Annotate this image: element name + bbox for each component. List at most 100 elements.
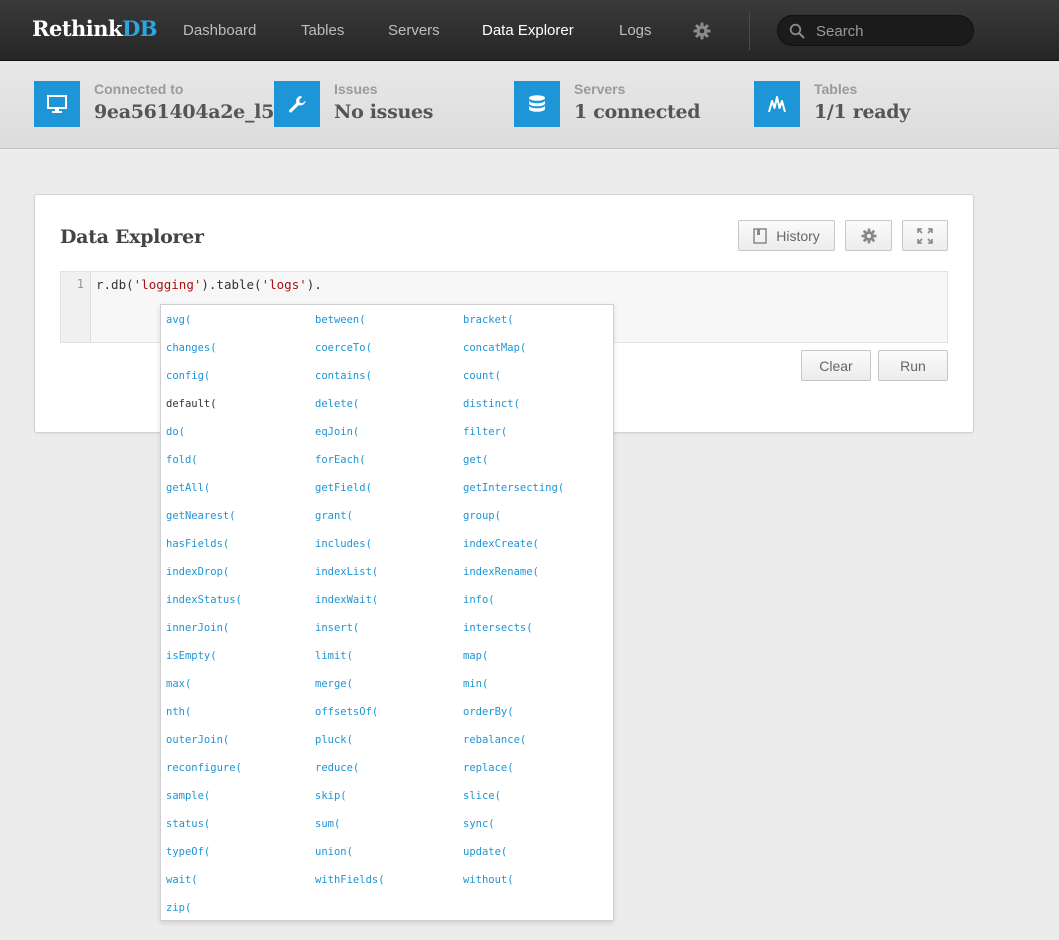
options-button[interactable]	[845, 220, 892, 251]
suggestion-item[interactable]: sample(	[166, 790, 210, 802]
suggestion-item[interactable]: limit(	[315, 650, 353, 662]
gear-icon	[860, 227, 877, 244]
suggestion-item[interactable]: nth(	[166, 706, 191, 718]
stat-value: 1 connected	[574, 101, 701, 123]
suggestion-item[interactable]: info(	[463, 594, 495, 606]
line-gutter: 1	[61, 272, 91, 342]
suggestion-item[interactable]: rebalance(	[463, 734, 526, 746]
search-icon	[789, 23, 805, 39]
nav-servers[interactable]: Servers	[388, 22, 440, 39]
history-icon	[753, 227, 767, 244]
suggestion-item[interactable]: indexDrop(	[166, 566, 229, 578]
code-line[interactable]: r.db('logging').table('logs').	[96, 277, 322, 292]
suggestion-item[interactable]: config(	[166, 370, 210, 382]
suggestion-item[interactable]: reconfigure(	[166, 762, 242, 774]
suggestion-item[interactable]: getField(	[315, 482, 372, 494]
suggestion-item[interactable]: eqJoin(	[315, 426, 359, 438]
suggestion-item[interactable]: indexStatus(	[166, 594, 242, 606]
stat-value: No issues	[334, 101, 434, 123]
suggestion-item[interactable]: innerJoin(	[166, 622, 229, 634]
suggestion-item[interactable]: without(	[463, 874, 514, 886]
suggestion-item[interactable]: offsetsOf(	[315, 706, 378, 718]
suggestion-item[interactable]: slice(	[463, 790, 501, 802]
suggestion-item[interactable]: skip(	[315, 790, 347, 802]
suggestion-item[interactable]: group(	[463, 510, 501, 522]
suggestion-item[interactable]: includes(	[315, 538, 372, 550]
fullscreen-button[interactable]	[902, 220, 948, 251]
suggestion-item[interactable]: forEach(	[315, 454, 366, 466]
panel-title: Data Explorer	[60, 226, 204, 248]
suggestion-item[interactable]: insert(	[315, 622, 359, 634]
suggestion-item[interactable]: wait(	[166, 874, 198, 886]
stat-label: Connected to	[94, 81, 184, 97]
suggestion-item[interactable]: default(	[166, 398, 217, 410]
search-input[interactable]	[816, 21, 966, 41]
clear-button[interactable]: Clear	[801, 350, 871, 381]
suggestion-item[interactable]: count(	[463, 370, 501, 382]
suggestion-item[interactable]: reduce(	[315, 762, 359, 774]
suggestion-item[interactable]: contains(	[315, 370, 372, 382]
nav-tables[interactable]: Tables	[301, 22, 344, 39]
wrench-icon	[274, 81, 320, 127]
suggestion-item[interactable]: min(	[463, 678, 488, 690]
nav-dashboard[interactable]: Dashboard	[183, 22, 256, 39]
tables-icon	[754, 81, 800, 127]
stat-value: 1/1 ready	[814, 101, 911, 123]
suggestion-item[interactable]: withFields(	[315, 874, 385, 886]
suggestion-item[interactable]: getAll(	[166, 482, 210, 494]
suggestion-item[interactable]: isEmpty(	[166, 650, 217, 662]
suggestion-item[interactable]: delete(	[315, 398, 359, 410]
suggestion-item[interactable]: typeOf(	[166, 846, 210, 858]
database-icon	[514, 81, 560, 127]
nav-data-explorer[interactable]: Data Explorer	[482, 22, 574, 39]
suggestion-item[interactable]: bracket(	[463, 314, 514, 326]
suggestion-item[interactable]: zip(	[166, 902, 191, 914]
suggestion-item[interactable]: getNearest(	[166, 510, 236, 522]
line-number: 1	[76, 277, 84, 291]
monitor-icon	[34, 81, 80, 127]
suggestion-item[interactable]: grant(	[315, 510, 353, 522]
suggestion-item[interactable]: map(	[463, 650, 488, 662]
suggestion-item[interactable]: do(	[166, 426, 185, 438]
suggestion-item[interactable]: indexCreate(	[463, 538, 539, 550]
nav-divider	[749, 12, 750, 50]
suggestion-item[interactable]: distinct(	[463, 398, 520, 410]
suggestion-item[interactable]: hasFields(	[166, 538, 229, 550]
suggestion-item[interactable]: sum(	[315, 818, 340, 830]
suggestion-item[interactable]: orderBy(	[463, 706, 514, 718]
suggestion-item[interactable]: avg(	[166, 314, 191, 326]
suggestion-item[interactable]: coerceTo(	[315, 342, 372, 354]
stat-label: Tables	[814, 81, 858, 97]
run-button[interactable]: Run	[878, 350, 948, 381]
autocomplete-popup: avg( between( bracket( changes( coerceTo( con…	[160, 304, 614, 921]
suggestion-item[interactable]: replace(	[463, 762, 514, 774]
status-bar: Connected to 9ea561404a2e_l58 Issues No …	[0, 61, 1059, 149]
suggestion-item[interactable]: getIntersecting(	[463, 482, 564, 494]
suggestion-item[interactable]: between(	[315, 314, 366, 326]
search-box[interactable]	[777, 15, 974, 46]
suggestion-item[interactable]: indexList(	[315, 566, 378, 578]
settings-gear-icon[interactable]	[693, 22, 711, 40]
suggestion-item[interactable]: merge(	[315, 678, 353, 690]
suggestion-item[interactable]: sync(	[463, 818, 495, 830]
suggestion-item[interactable]: status(	[166, 818, 210, 830]
suggestion-item[interactable]: filter(	[463, 426, 507, 438]
suggestion-item[interactable]: intersects(	[463, 622, 533, 634]
nav-logs[interactable]: Logs	[619, 22, 652, 39]
suggestion-item[interactable]: indexWait(	[315, 594, 378, 606]
stat-label: Servers	[574, 81, 626, 97]
top-navbar: RethinkDB Dashboard Tables Servers Data …	[0, 0, 1059, 61]
suggestion-item[interactable]: union(	[315, 846, 353, 858]
suggestion-item[interactable]: concatMap(	[463, 342, 526, 354]
stat-label: Issues	[334, 81, 378, 97]
suggestion-item[interactable]: fold(	[166, 454, 198, 466]
suggestion-item[interactable]: pluck(	[315, 734, 353, 746]
suggestion-item[interactable]: max(	[166, 678, 191, 690]
suggestion-item[interactable]: changes(	[166, 342, 217, 354]
brand-logo[interactable]: RethinkDB	[32, 16, 158, 41]
suggestion-item[interactable]: outerJoin(	[166, 734, 229, 746]
suggestion-item[interactable]: get(	[463, 454, 488, 466]
history-button[interactable]: History	[738, 220, 835, 251]
suggestion-item[interactable]: update(	[463, 846, 507, 858]
suggestion-item[interactable]: indexRename(	[463, 566, 539, 578]
